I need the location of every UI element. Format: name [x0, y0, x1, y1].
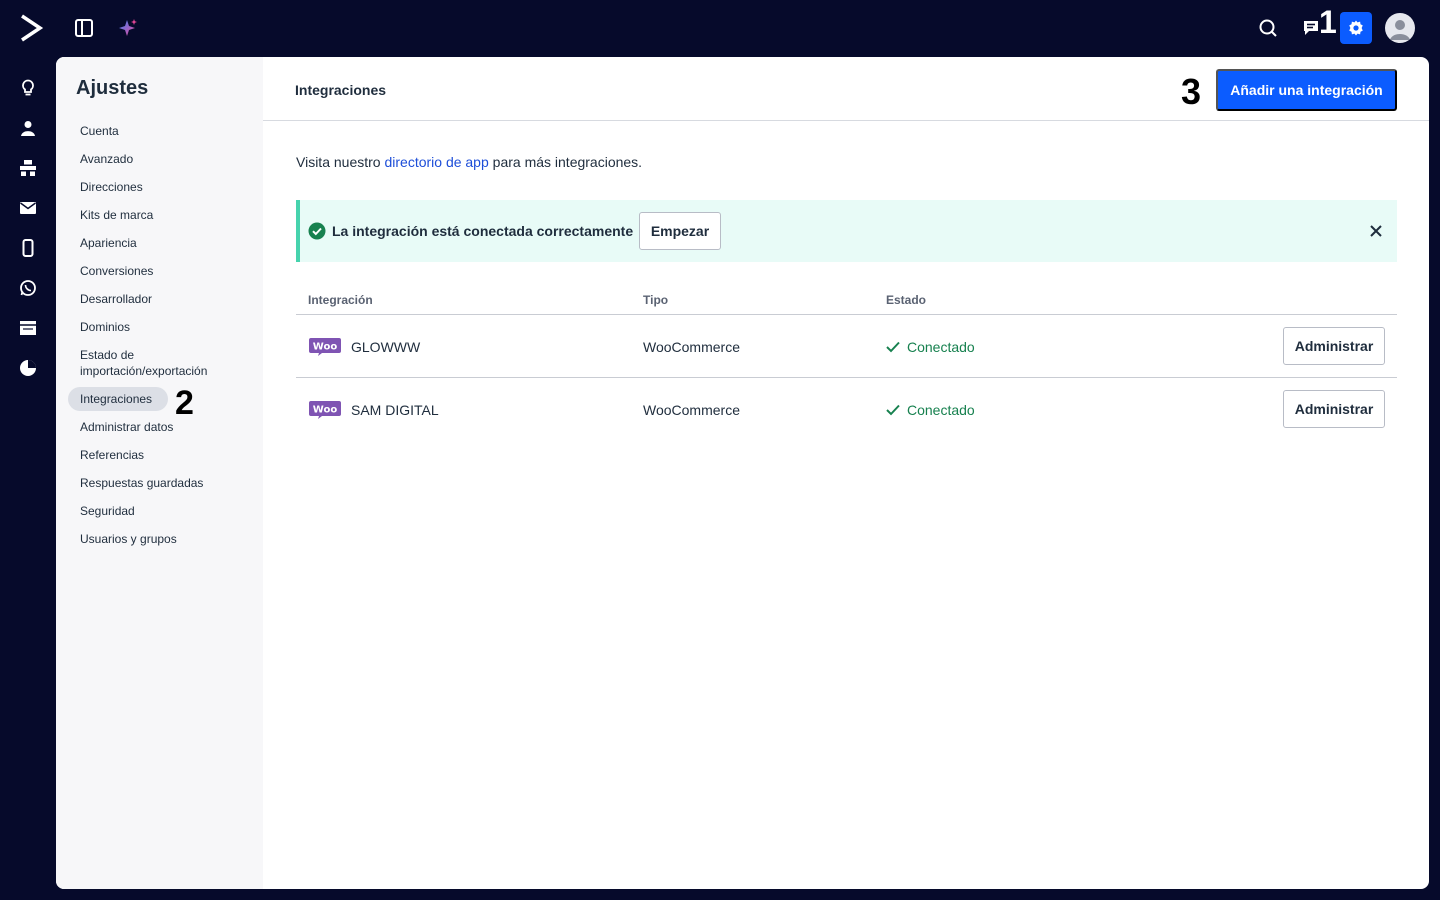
- manage-button[interactable]: Administrar: [1283, 327, 1385, 365]
- avatar-icon: [1390, 20, 1410, 40]
- checkmark-icon: [886, 341, 900, 353]
- sidebar-item-conversiones[interactable]: Conversiones: [68, 263, 258, 279]
- sparkle-icon[interactable]: [117, 17, 139, 39]
- add-integration-button[interactable]: Añadir una integración: [1216, 69, 1397, 111]
- integration-status: Conectado: [886, 402, 975, 418]
- sidebar-item-integraciones[interactable]: Integraciones: [68, 387, 168, 411]
- check-circle-icon: [308, 222, 326, 240]
- step-marker-2: 2: [175, 384, 194, 422]
- checkmark-icon: [886, 404, 900, 416]
- sidebar-item-respuestas-guardadas[interactable]: Respuestas guardadas: [68, 475, 258, 491]
- close-icon[interactable]: [1368, 223, 1384, 239]
- directory-hint: Visita nuestro directorio de app para má…: [296, 154, 642, 170]
- whatsapp-icon[interactable]: [18, 278, 38, 298]
- svg-text:Woo: Woo: [313, 342, 338, 353]
- page-title: Integraciones: [295, 82, 387, 98]
- automations-icon[interactable]: [18, 158, 38, 178]
- sidebar-item-kits-de-marca[interactable]: Kits de marca: [68, 207, 258, 223]
- integration-type: WooCommerce: [643, 339, 740, 355]
- directory-hint-suffix: para más integraciones.: [492, 154, 643, 170]
- avatar[interactable]: [1385, 13, 1415, 43]
- sidebar-item-dominios[interactable]: Dominios: [68, 319, 258, 335]
- integrations-table: Integración Tipo Estado Woo GLOWWW WooCo…: [296, 283, 1397, 441]
- success-alert: La integración está conectada correctame…: [296, 200, 1397, 262]
- logo-icon[interactable]: [18, 13, 44, 43]
- sidebar-item-import-export[interactable]: Estado de importación/exportación: [68, 347, 218, 379]
- svg-text:Woo: Woo: [313, 405, 338, 416]
- table-header: Integración Tipo Estado: [296, 283, 1397, 315]
- integration-status: Conectado: [886, 339, 975, 355]
- mobile-icon[interactable]: [18, 238, 38, 258]
- sidebar-item-desarrollador[interactable]: Desarrollador: [68, 291, 258, 307]
- app-directory-link[interactable]: directorio de app: [384, 154, 488, 170]
- sidebar-item-apariencia[interactable]: Apariencia: [68, 235, 258, 251]
- column-header-integration[interactable]: Integración: [308, 293, 373, 307]
- sidebar-item-direcciones[interactable]: Direcciones: [68, 179, 258, 195]
- sidebar-item-cuenta[interactable]: Cuenta: [68, 123, 258, 139]
- settings-card: Ajustes Cuenta Avanzado Direcciones Kits…: [56, 57, 1429, 889]
- sidebar-title: Ajustes: [76, 77, 149, 99]
- sidebar-item-seguridad[interactable]: Seguridad: [68, 503, 258, 519]
- column-header-status[interactable]: Estado: [886, 293, 926, 307]
- integration-name: GLOWWW: [351, 339, 421, 355]
- top-bar: 1: [0, 0, 1440, 56]
- directory-hint-prefix: Visita nuestro: [296, 154, 381, 170]
- integration-name: SAM DIGITAL: [351, 402, 439, 418]
- table-row: Woo GLOWWW WooCommerce Conectado Adminis…: [296, 315, 1397, 378]
- page-header: Integraciones 3 Añadir una integración: [263, 57, 1429, 121]
- panel-toggle-icon[interactable]: [74, 18, 94, 38]
- sidebar-item-usuarios-y-grupos[interactable]: Usuarios y grupos: [68, 531, 258, 547]
- step-marker-3: 3: [1181, 71, 1202, 112]
- sidebar-item-avanzado[interactable]: Avanzado: [68, 151, 258, 167]
- campaigns-icon[interactable]: [18, 198, 38, 218]
- sidebar-item-referencias[interactable]: Referencias: [68, 447, 258, 463]
- column-header-type[interactable]: Tipo: [643, 293, 668, 307]
- status-label: Conectado: [907, 339, 975, 355]
- settings-sidebar: Ajustes Cuenta Avanzado Direcciones Kits…: [56, 57, 263, 889]
- reports-icon[interactable]: [18, 358, 38, 378]
- woocommerce-icon: Woo: [309, 338, 341, 356]
- step-marker-1: 1: [1319, 4, 1337, 40]
- gear-icon: [1349, 20, 1363, 36]
- lightbulb-icon[interactable]: [18, 78, 38, 98]
- sidebar-item-administrar-datos[interactable]: Administrar datos: [68, 419, 258, 435]
- settings-button[interactable]: [1340, 12, 1372, 44]
- contacts-icon[interactable]: [18, 118, 38, 138]
- woocommerce-icon: Woo: [309, 401, 341, 419]
- integration-type: WooCommerce: [643, 402, 740, 418]
- alert-message: La integración está conectada correctame…: [332, 223, 634, 239]
- settings-menu: Cuenta Avanzado Direcciones Kits de marc…: [68, 123, 258, 559]
- status-label: Conectado: [907, 402, 975, 418]
- start-button[interactable]: Empezar: [639, 212, 721, 250]
- table-row: Woo SAM DIGITAL WooCommerce Conectado Ad…: [296, 378, 1397, 441]
- search-icon[interactable]: [1256, 16, 1280, 40]
- pages-icon[interactable]: [18, 318, 38, 338]
- manage-button[interactable]: Administrar: [1283, 390, 1385, 428]
